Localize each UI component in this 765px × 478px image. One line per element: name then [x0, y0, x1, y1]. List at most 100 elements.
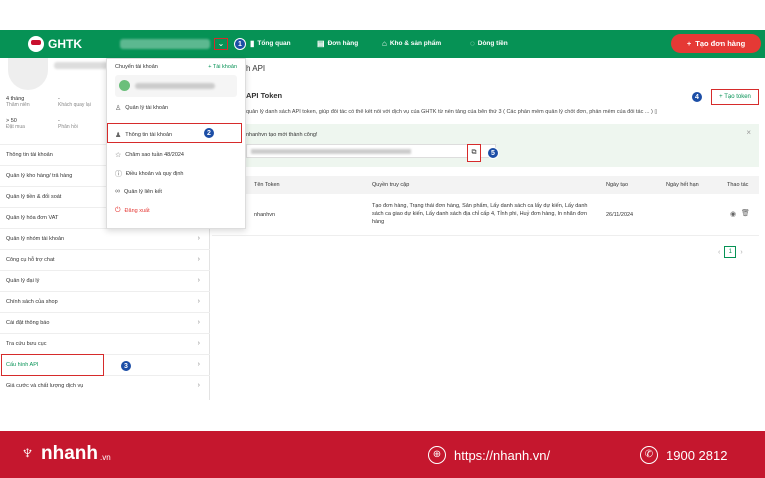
- sidebar-item-label: Thông tin tài khoản: [6, 152, 53, 158]
- sidebar-item-pricing[interactable]: Giá cước và chất lượng dịch vụ ›: [0, 375, 210, 395]
- sidebar-item-label: Quản lý hóa đơn VAT: [6, 215, 59, 221]
- menu-logout[interactable]: ⏻ Đăng xuất: [115, 207, 150, 215]
- view-icon[interactable]: ◉: [730, 210, 736, 218]
- success-notice: nhanhvn tạo mới thành công! × ◉: [212, 124, 759, 167]
- menu-links[interactable]: ∞ Quản lý liên kết: [115, 188, 162, 195]
- sidebar-item-label: Giá cước và chất lượng dịch vụ: [6, 383, 84, 389]
- highlight-box: [1, 354, 104, 376]
- col-created: Ngày tạo: [606, 182, 629, 188]
- account-dropdown: Chuyển tài khoản + Tài khoản ♙ Quản lý tà…: [106, 58, 246, 229]
- section-title: API Token: [246, 91, 283, 100]
- switch-account-label: Chuyển tài khoản: [115, 64, 158, 70]
- token-name: nhanhvn: [254, 212, 276, 218]
- nav-cashflow[interactable]: ◌ Dòng tiền: [470, 39, 508, 48]
- money-bag-icon: ◌: [470, 39, 475, 48]
- step-badge: 3: [120, 360, 132, 372]
- add-token-button[interactable]: + Tạo token: [711, 89, 759, 105]
- col-token-name: Tên Token: [254, 182, 280, 188]
- sidebar-item-label: Quản lý đại lý: [6, 278, 40, 284]
- plus-icon: +: [686, 39, 692, 48]
- ghtk-logo[interactable]: GHTK: [28, 36, 82, 52]
- sidebar-item-notifications[interactable]: Cài đặt thông báo ›: [0, 312, 210, 332]
- menu-terms[interactable]: ⓘ Điều khoản và quy định: [115, 169, 183, 179]
- top-nav: GHTK ⌄ 1 ▮ Tổng quan ▤ Đơn hàng ⌂ Kho & sản…: [0, 30, 765, 58]
- sidebar-item-policy[interactable]: Chính sách của shop ›: [0, 291, 210, 311]
- table-row: nhanhvn Tạo đơn hàng, Trạng thái đơn hàn…: [212, 196, 759, 236]
- nav-orders[interactable]: ▤ Đơn hàng: [317, 39, 358, 48]
- sidebar-item-label: Công cụ hỗ trợ chat: [6, 257, 55, 263]
- page-number[interactable]: 1: [724, 246, 737, 258]
- section-description: quản lý danh sách API token, giúp đối tá…: [246, 109, 761, 115]
- phone-link[interactable]: ✆ 1900 2812: [640, 446, 727, 464]
- chevron-right-icon: ›: [197, 235, 200, 242]
- link-icon: ∞: [115, 188, 120, 195]
- stat-returning: - Khách quay lại: [58, 96, 91, 108]
- account-name[interactable]: [120, 39, 210, 49]
- create-order-button[interactable]: + Tạo đơn hàng: [671, 34, 761, 53]
- nav-warehouse[interactable]: ⌂ Kho & sản phẩm: [382, 39, 441, 48]
- sidebar-item-agents[interactable]: Quản lý đại lý ›: [0, 270, 210, 290]
- clipboard-icon: ▤: [317, 39, 325, 48]
- add-account-link[interactable]: + Tài khoản: [208, 64, 237, 70]
- step-badge: 5: [487, 147, 499, 159]
- mascot-icon: [28, 36, 44, 52]
- power-icon: ⏻: [115, 207, 121, 214]
- nav-label: Tổng quan: [257, 40, 291, 47]
- sidebar-item-label: Quản lý tiền & đối soát: [6, 194, 62, 200]
- menu-label: Quản lý liên kết: [124, 188, 162, 195]
- website-link[interactable]: ⊕ https://nhanh.vn/: [428, 446, 550, 464]
- nav-label: Dòng tiền: [477, 40, 508, 47]
- notice-text: nhanhvn tạo mới thành công!: [246, 132, 318, 138]
- stat-tenure: 4 tháng Thâm niên: [6, 96, 30, 108]
- close-icon[interactable]: ×: [746, 128, 751, 137]
- footer-banner: ♆ nhanh .vn ⊕ https://nhanh.vn/ ✆ 1900 28…: [0, 431, 765, 478]
- account-entry[interactable]: [115, 75, 237, 97]
- sidebar-item-post-office[interactable]: Tra cứu bưu cục ›: [0, 333, 210, 353]
- sidebar-item-label: Quản lý kho hàng/ trả hàng: [6, 173, 73, 179]
- table-header: Tên Token Quyền truy cập Ngày tạo Ngày h…: [212, 176, 759, 194]
- step-badge: 2: [203, 127, 215, 139]
- chevron-right-icon: ›: [197, 298, 200, 305]
- step-badge: 1: [234, 38, 246, 50]
- highlight-box: [107, 123, 242, 143]
- nhanh-logo[interactable]: ♆ nhanh .vn: [20, 442, 111, 465]
- users-icon: ♙: [115, 105, 122, 112]
- stat-orders: > 50 Đặt mua: [6, 118, 25, 130]
- next-page-button[interactable]: ›: [740, 249, 742, 256]
- brand-text: nhanh: [41, 442, 98, 464]
- nav-label: Kho & sản phẩm: [389, 40, 442, 47]
- token-created: 26/11/2024: [606, 212, 634, 218]
- prev-page-button[interactable]: ‹: [718, 249, 720, 256]
- sidebar-item-groups[interactable]: Quản lý nhóm tài khoản ›: [0, 228, 210, 248]
- sidebar-item-label: Cài đặt thông báo: [6, 320, 50, 326]
- phone-number: 1900 2812: [666, 447, 728, 463]
- nav-overview[interactable]: ▮ Tổng quan: [250, 39, 291, 48]
- col-actions: Thao tác: [727, 182, 749, 188]
- copy-icon[interactable]: ⧉: [467, 144, 481, 162]
- star-icon: ☆: [115, 152, 122, 159]
- stat-feedback: - Phân hồi: [58, 118, 78, 130]
- avatar: [8, 58, 48, 90]
- shop-name: [54, 62, 109, 69]
- col-expires: Ngày hết hạn: [666, 182, 699, 188]
- chevron-right-icon: ›: [197, 256, 200, 263]
- chevron-down-icon[interactable]: ⌄: [214, 38, 228, 50]
- menu-manage-account[interactable]: ♙ Quản lý tài khoản: [115, 104, 168, 112]
- logo-text: GHTK: [48, 37, 82, 51]
- account-name: [135, 83, 215, 89]
- bar-chart-icon: ▮: [250, 39, 255, 48]
- nhanh-logo-icon: ♆: [20, 442, 35, 464]
- brand-suffix: .vn: [100, 452, 111, 462]
- document-icon[interactable]: ▯: [654, 109, 657, 115]
- avatar: [119, 80, 130, 91]
- trash-icon[interactable]: 🗑: [741, 209, 750, 217]
- page-title: h API: [246, 64, 266, 73]
- warehouse-icon: ⌂: [382, 39, 387, 48]
- phone-icon: ✆: [640, 446, 658, 464]
- menu-star-care[interactable]: ☆ Chăm sao tuần 48/2024: [115, 151, 184, 159]
- description-text: quản lý danh sách API token, giúp đối tá…: [246, 109, 653, 115]
- sidebar-item-chat[interactable]: Công cụ hỗ trợ chat ›: [0, 249, 210, 269]
- token-field[interactable]: ◉: [246, 144, 496, 158]
- chevron-right-icon: ›: [197, 382, 200, 389]
- chevron-right-icon: ›: [197, 277, 200, 284]
